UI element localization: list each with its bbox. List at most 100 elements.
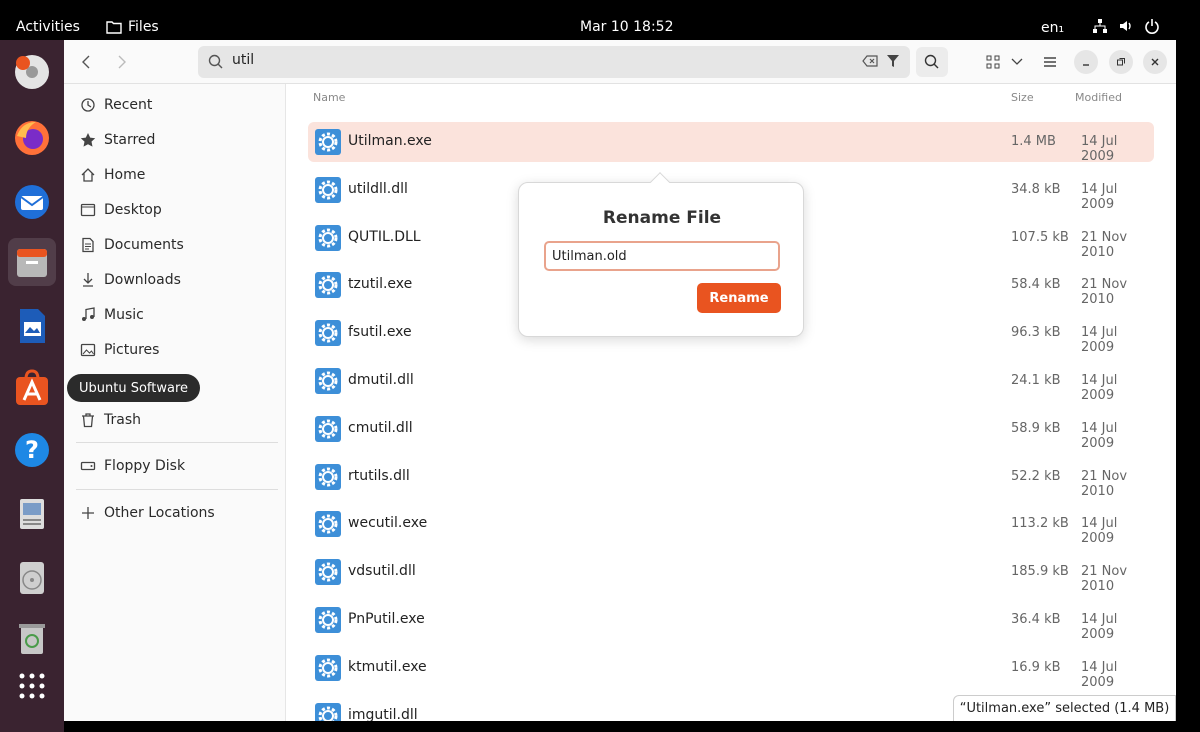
executable-gear-icon: [314, 702, 342, 721]
file-row[interactable]: dmutil.dll 24.1 kB 14 Jul 2009: [308, 361, 1154, 403]
top-bar: Activities Files Mar 10 18:52 en₁: [0, 0, 1200, 40]
executable-gear-icon: [314, 463, 342, 491]
column-header-name[interactable]: Name: [313, 91, 345, 104]
file-name: wecutil.exe: [348, 515, 428, 532]
file-modified: 14 Jul 2009: [1081, 181, 1118, 212]
search-icon: [924, 54, 939, 69]
search-toggle-button[interactable]: [916, 47, 948, 77]
view-grid-button[interactable]: [982, 47, 1004, 77]
sidebar-item-recent[interactable]: Recent: [80, 90, 152, 120]
file-row[interactable]: vdsutil.dll 185.9 kB 21 Nov 2010: [308, 552, 1154, 595]
forward-button[interactable]: [110, 47, 134, 77]
show-apps-button[interactable]: [8, 662, 56, 710]
sidebar-item-desktop[interactable]: Desktop: [80, 195, 162, 225]
thunderbird-launcher[interactable]: [8, 178, 56, 226]
file-name: rtutils.dll: [348, 467, 410, 484]
file-row[interactable]: wecutil.exe 113.2 kB 14 Jul 2009: [308, 504, 1154, 546]
files-launcher[interactable]: [8, 238, 56, 286]
dock-tooltip: Ubuntu Software: [67, 374, 201, 402]
sidebar-item-downloads[interactable]: Downloads: [80, 265, 181, 295]
clear-search-icon[interactable]: [862, 55, 878, 67]
volume-icon: [1120, 21, 1131, 31]
column-header-modified[interactable]: Modified: [1075, 91, 1122, 104]
optical-drive-launcher[interactable]: [8, 554, 56, 602]
rename-button[interactable]: Rename: [697, 283, 781, 313]
app-menu[interactable]: Files: [106, 19, 159, 35]
file-size: 34.8 kB: [1011, 181, 1061, 197]
plus-icon: [82, 507, 94, 519]
file-size: 107.5 kB: [1011, 229, 1069, 245]
file-row[interactable]: rtutils.dll 52.2 kB 21 Nov 2010: [308, 457, 1154, 499]
disk-usage-icon: [15, 55, 49, 89]
sidebar-item-pictures[interactable]: Pictures: [80, 335, 159, 365]
sidebar-item-other-locations[interactable]: Other Locations: [80, 498, 215, 528]
pictures-icon: [80, 343, 96, 357]
trash-launcher[interactable]: [8, 614, 56, 662]
app-name: Files: [128, 19, 159, 35]
disc-icon: [20, 562, 44, 594]
sidebar-item-starred[interactable]: Starred: [80, 125, 155, 155]
back-button[interactable]: [74, 47, 98, 77]
file-modified: 21 Nov 2010: [1081, 229, 1128, 260]
sidebar-item-documents[interactable]: Documents: [80, 230, 184, 260]
sidebar-item-label: Home: [104, 167, 146, 183]
file-modified: 21 Nov 2010: [1081, 564, 1128, 595]
file-size: 36.4 kB: [1011, 612, 1061, 627]
minimize-button[interactable]: [1074, 50, 1098, 74]
file-row[interactable]: cmutil.dll 58.9 kB 14 Jul 2009: [308, 409, 1154, 451]
folder-icon: [106, 21, 122, 34]
maximize-button[interactable]: [1109, 50, 1133, 74]
sidebar-item-trash[interactable]: Trash: [80, 405, 141, 435]
install-launcher[interactable]: [8, 490, 56, 538]
file-modified: 14 Jul 2009: [1081, 325, 1118, 356]
file-modified: 14 Jul 2009: [1081, 134, 1118, 164]
grid-view-icon: [986, 55, 1000, 69]
file-row[interactable]: ktmutil.exe 16.9 kB 14 Jul 2009: [308, 648, 1154, 690]
network-icon: [1093, 19, 1107, 33]
software-icon: [16, 369, 48, 405]
file-name: PnPutil.exe: [348, 611, 425, 627]
input-language[interactable]: en₁: [1041, 20, 1064, 36]
filter-icon[interactable]: [886, 54, 900, 68]
files-icon: [17, 249, 47, 277]
file-size: 16.9 kB: [1011, 659, 1061, 675]
sidebar-item-floppy-disk[interactable]: Floppy Disk: [80, 451, 185, 481]
file-row[interactable]: Utilman.exe 1.4 MB 14 Jul 2009: [308, 122, 1154, 164]
clock[interactable]: Mar 10 18:52: [580, 19, 673, 35]
close-button[interactable]: [1143, 50, 1167, 74]
documents-icon: [82, 237, 94, 253]
dock: ?: [0, 40, 64, 732]
rename-popover: Rename File Rename: [518, 172, 804, 337]
chevron-down-icon: [1011, 58, 1023, 65]
search-bar[interactable]: [198, 46, 910, 78]
main-menu-button[interactable]: [1038, 47, 1062, 77]
file-name: tzutil.exe: [348, 276, 413, 293]
writer-launcher[interactable]: [8, 302, 56, 350]
file-name: Utilman.exe: [348, 133, 432, 149]
disk-usage-launcher[interactable]: [8, 48, 56, 96]
ubuntu-software-launcher[interactable]: [8, 364, 56, 412]
home-icon: [81, 168, 95, 182]
system-menu[interactable]: [1092, 18, 1160, 34]
column-header-size[interactable]: Size: [1011, 91, 1034, 104]
trash-icon: [82, 413, 94, 428]
downloads-icon: [83, 273, 93, 287]
sidebar-item-home[interactable]: Home: [80, 160, 145, 190]
help-launcher[interactable]: ?: [8, 426, 56, 474]
sidebar-item-music[interactable]: Music: [80, 300, 144, 330]
files-window: Recent Starred Home Desktop Documents Do…: [64, 40, 1176, 721]
music-icon: [82, 307, 95, 321]
sidebar-separator: [76, 489, 278, 490]
file-row[interactable]: PnPutil.exe 36.4 kB 14 Jul 2009: [308, 600, 1154, 642]
executable-gear-icon: [314, 224, 342, 252]
trash-bin-icon: [19, 624, 45, 654]
screen-edge: [64, 721, 1176, 732]
sidebar-item-label: Other Locations: [104, 505, 215, 521]
activities-button[interactable]: Activities: [16, 19, 80, 35]
sidebar-item-label: Downloads: [104, 272, 181, 288]
firefox-launcher[interactable]: [8, 114, 56, 162]
view-options-button[interactable]: [1008, 47, 1026, 77]
thunderbird-icon: [15, 185, 49, 219]
search-input[interactable]: [232, 52, 832, 68]
rename-input[interactable]: [544, 241, 780, 271]
